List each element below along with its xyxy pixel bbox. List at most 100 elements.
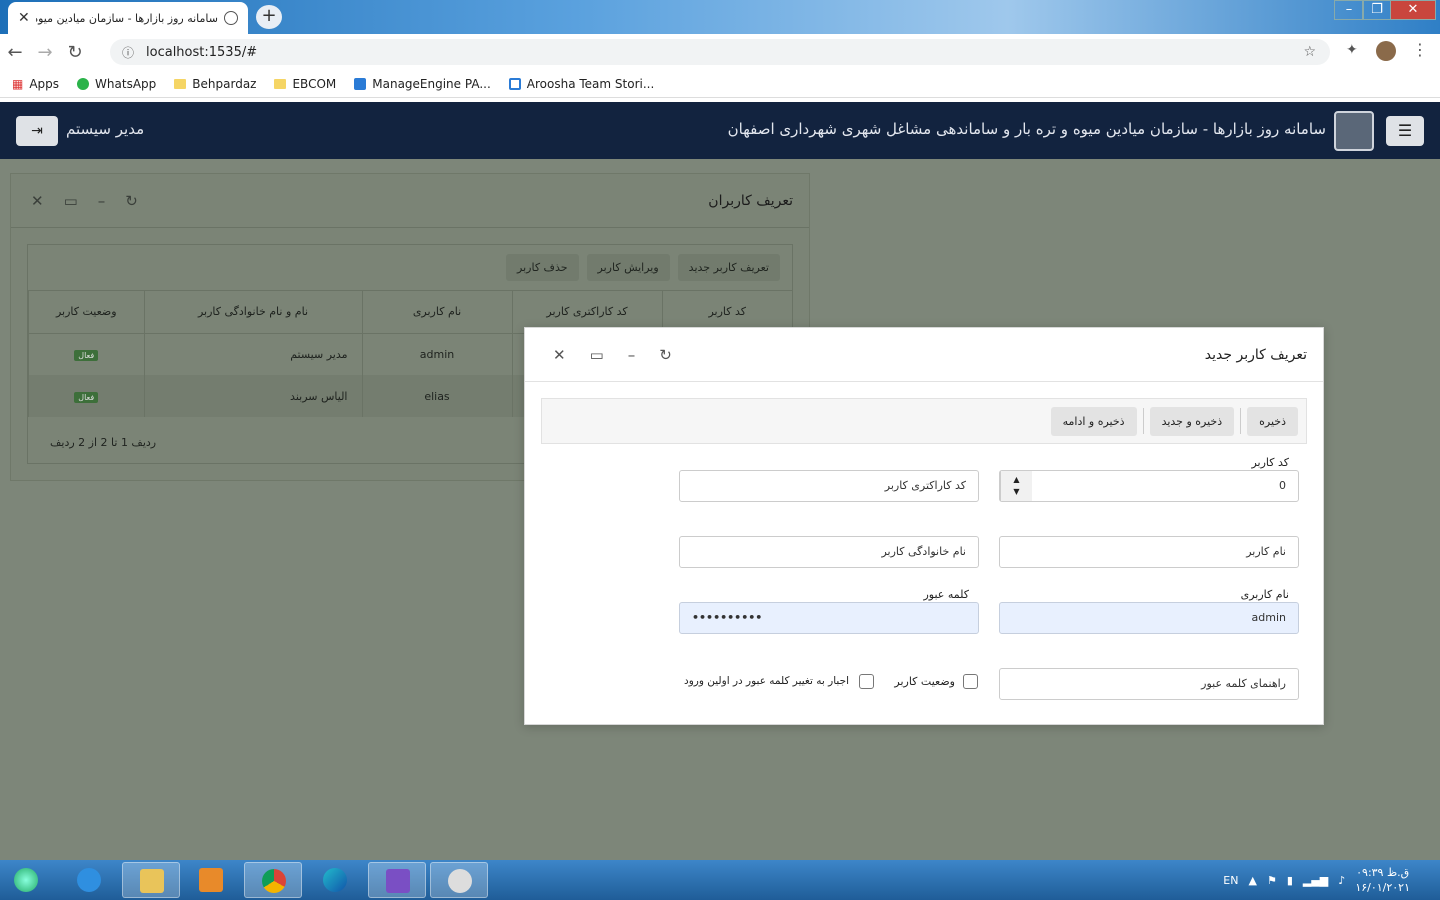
column-header[interactable]: وضعیت کاربر bbox=[28, 291, 144, 334]
signal-icon[interactable]: ▂▄▆ bbox=[1303, 874, 1328, 887]
chrome-icon bbox=[262, 869, 286, 893]
bookmark-star-icon[interactable]: ☆ bbox=[1303, 44, 1316, 60]
bookmark-ebcom[interactable]: EBCOM bbox=[274, 77, 336, 91]
logout-button[interactable]: ⇥ bbox=[16, 116, 58, 146]
save-continue-button[interactable]: ذخیره و ادامه bbox=[1050, 406, 1137, 436]
file-explorer-icon bbox=[140, 869, 164, 893]
visual-studio-icon bbox=[386, 869, 410, 893]
user-status-checkbox[interactable] bbox=[963, 674, 978, 689]
start-button[interactable] bbox=[2, 862, 52, 898]
site-favicon-icon bbox=[224, 11, 238, 25]
close-tab-icon[interactable]: ✕ bbox=[18, 10, 30, 26]
whatsapp-icon bbox=[77, 77, 90, 90]
hamburger-menu-button[interactable]: ☰ bbox=[1386, 116, 1424, 146]
clock[interactable]: ق.ظ ۰۹:۳۹ ۱۶/۰۱/۲۰۲۱ bbox=[1355, 865, 1410, 895]
back-arrow-icon[interactable]: ← bbox=[0, 42, 30, 63]
url-omnibox[interactable]: ⓘ localhost:1535/# ☆ bbox=[110, 39, 1330, 65]
spinner-arrows-icon[interactable]: ▲ ▼ bbox=[1000, 471, 1032, 501]
cell-fullname: مدیر سیستم bbox=[143, 333, 362, 375]
save-button[interactable]: ذخیره bbox=[1247, 406, 1298, 436]
user-code-stepper[interactable]: 0 ▲ ▼ bbox=[999, 470, 1299, 502]
refresh-icon[interactable]: ↻ bbox=[659, 346, 672, 364]
new-user-button[interactable]: تعریف کاربر جدید bbox=[677, 254, 780, 281]
profile-avatar[interactable] bbox=[1376, 41, 1396, 61]
force-change-label: اجبار به تغییر کلمه عبور در اولین ورود bbox=[684, 675, 849, 687]
edge-icon bbox=[323, 868, 347, 892]
first-name-input[interactable]: نام کاربر bbox=[999, 536, 1299, 568]
taskbar-ie[interactable] bbox=[60, 862, 118, 898]
status-badge: فعال bbox=[74, 349, 99, 361]
user-code-label: کد کاربر bbox=[1251, 456, 1289, 469]
forward-arrow-icon[interactable]: → bbox=[30, 42, 60, 63]
close-icon[interactable]: ✕ bbox=[553, 346, 566, 364]
save-new-button[interactable]: ذخیره و جدید bbox=[1149, 406, 1235, 436]
password-input[interactable]: •••••••••• bbox=[679, 602, 979, 634]
url-text: localhost:1535/# bbox=[146, 44, 258, 60]
media-player-icon bbox=[199, 868, 223, 892]
app-header: ☰ سامانه روز بازارها - سازمان میادین میو… bbox=[0, 102, 1440, 159]
folder-icon bbox=[174, 78, 187, 89]
address-bar-row: ← → ↻ ⓘ localhost:1535/# ☆ ✦ ⋮ bbox=[0, 34, 1440, 70]
char-code-input[interactable]: کد کاراکتری کاربر bbox=[679, 470, 979, 502]
minimize-icon[interactable]: – bbox=[98, 192, 106, 210]
maximize-window-button[interactable]: ❐ bbox=[1362, 0, 1392, 20]
flag-icon[interactable]: ⚑ bbox=[1267, 874, 1277, 887]
bookmark-behpardaz[interactable]: Behpardaz bbox=[174, 77, 256, 91]
windows-taskbar: EN ▲ ⚑ ▮ ▂▄▆ ♪ ق.ظ ۰۹:۳۹ ۱۶/۰۱/۲۰۲۱ bbox=[0, 860, 1440, 900]
taskbar-chrome[interactable] bbox=[244, 862, 302, 898]
bookmark-apps[interactable]: ▦ Apps bbox=[12, 77, 59, 91]
volume-icon[interactable]: ♪ bbox=[1338, 874, 1345, 887]
last-name-input[interactable]: نام خانوادگی کاربر bbox=[679, 536, 979, 568]
info-icon[interactable]: ⓘ bbox=[122, 44, 134, 61]
user-status-label: وضعیت کاربر bbox=[894, 675, 955, 688]
cell-fullname: الیاس سربند bbox=[143, 375, 362, 417]
maximize-icon[interactable]: ▭ bbox=[64, 192, 78, 210]
close-icon[interactable]: ✕ bbox=[31, 192, 44, 210]
clock-date: ۱۶/۰۱/۲۰۲۱ bbox=[1355, 881, 1410, 894]
edit-user-button[interactable]: ویرایش کاربر bbox=[586, 254, 670, 281]
users-window-title: تعریف کاربران bbox=[708, 192, 793, 209]
force-change-checkbox[interactable] bbox=[859, 674, 874, 689]
browser-tab-strip: سامانه روز بازارها - سازمان میادین میوه … bbox=[0, 0, 1440, 34]
close-window-button[interactable]: ✕ bbox=[1390, 0, 1436, 20]
internet-explorer-icon bbox=[77, 868, 101, 892]
username-label: نام کاربری bbox=[1240, 588, 1289, 601]
maximize-icon[interactable]: ▭ bbox=[590, 346, 604, 364]
system-tray: EN ▲ ⚑ ▮ ▂▄▆ ♪ ق.ظ ۰۹:۳۹ ۱۶/۰۱/۲۰۲۱ bbox=[1223, 860, 1410, 900]
taskbar-visual-studio[interactable] bbox=[368, 862, 426, 898]
password-label: کلمه عبور bbox=[923, 588, 969, 601]
column-header[interactable]: نام کاربری bbox=[361, 291, 512, 334]
password-hint-input[interactable]: راهنمای کلمه عبور bbox=[999, 668, 1299, 700]
language-indicator[interactable]: EN bbox=[1223, 874, 1238, 887]
minimize-window-button[interactable]: – bbox=[1334, 0, 1364, 20]
bookmark-manageengine[interactable]: ManageEngine PA... bbox=[354, 77, 491, 91]
toolbar-divider bbox=[1240, 408, 1242, 434]
toolbar-divider bbox=[1142, 408, 1144, 434]
taskbar-edge[interactable] bbox=[306, 862, 364, 898]
aroosha-icon bbox=[508, 77, 521, 90]
bookmark-whatsapp[interactable]: WhatsApp bbox=[77, 77, 156, 91]
dialog-title: تعریف کاربر جدید bbox=[1204, 346, 1307, 363]
menu-dots-icon[interactable]: ⋮ bbox=[1412, 40, 1428, 59]
delete-user-button[interactable]: حذف کاربر bbox=[506, 254, 579, 281]
bookmark-aroosha[interactable]: Aroosha Team Stori... bbox=[508, 77, 654, 91]
extensions-icon[interactable]: ✦ bbox=[1346, 42, 1358, 58]
reload-icon[interactable]: ↻ bbox=[60, 42, 90, 63]
new-tab-button[interactable]: + bbox=[256, 5, 282, 29]
refresh-icon[interactable]: ↻ bbox=[125, 192, 138, 210]
taskbar-paint[interactable] bbox=[430, 862, 488, 898]
network-icon[interactable]: ▮ bbox=[1287, 874, 1293, 887]
column-header[interactable]: نام و نام خانوادگی کاربر bbox=[143, 291, 362, 334]
organization-logo bbox=[1334, 111, 1374, 151]
taskbar-media[interactable] bbox=[182, 862, 240, 898]
show-hidden-icons-icon[interactable]: ▲ bbox=[1248, 874, 1256, 887]
bookmarks-bar: ▦ Apps WhatsApp Behpardaz EBCOM ManageEng… bbox=[0, 70, 1440, 98]
current-user-name: مدیر سیستم bbox=[66, 120, 145, 138]
browser-tab[interactable]: سامانه روز بازارها - سازمان میادین میوه … bbox=[8, 2, 248, 34]
username-input[interactable]: admin bbox=[999, 602, 1299, 634]
new-user-dialog: تعریف کاربر جدید ✕ ▭ – ↻ ذخیره ذخیره و ج… bbox=[524, 327, 1324, 725]
minimize-icon[interactable]: – bbox=[628, 346, 636, 364]
cell-username: elias bbox=[361, 375, 512, 417]
taskbar-explorer[interactable] bbox=[122, 862, 180, 898]
folder-icon bbox=[274, 78, 287, 89]
